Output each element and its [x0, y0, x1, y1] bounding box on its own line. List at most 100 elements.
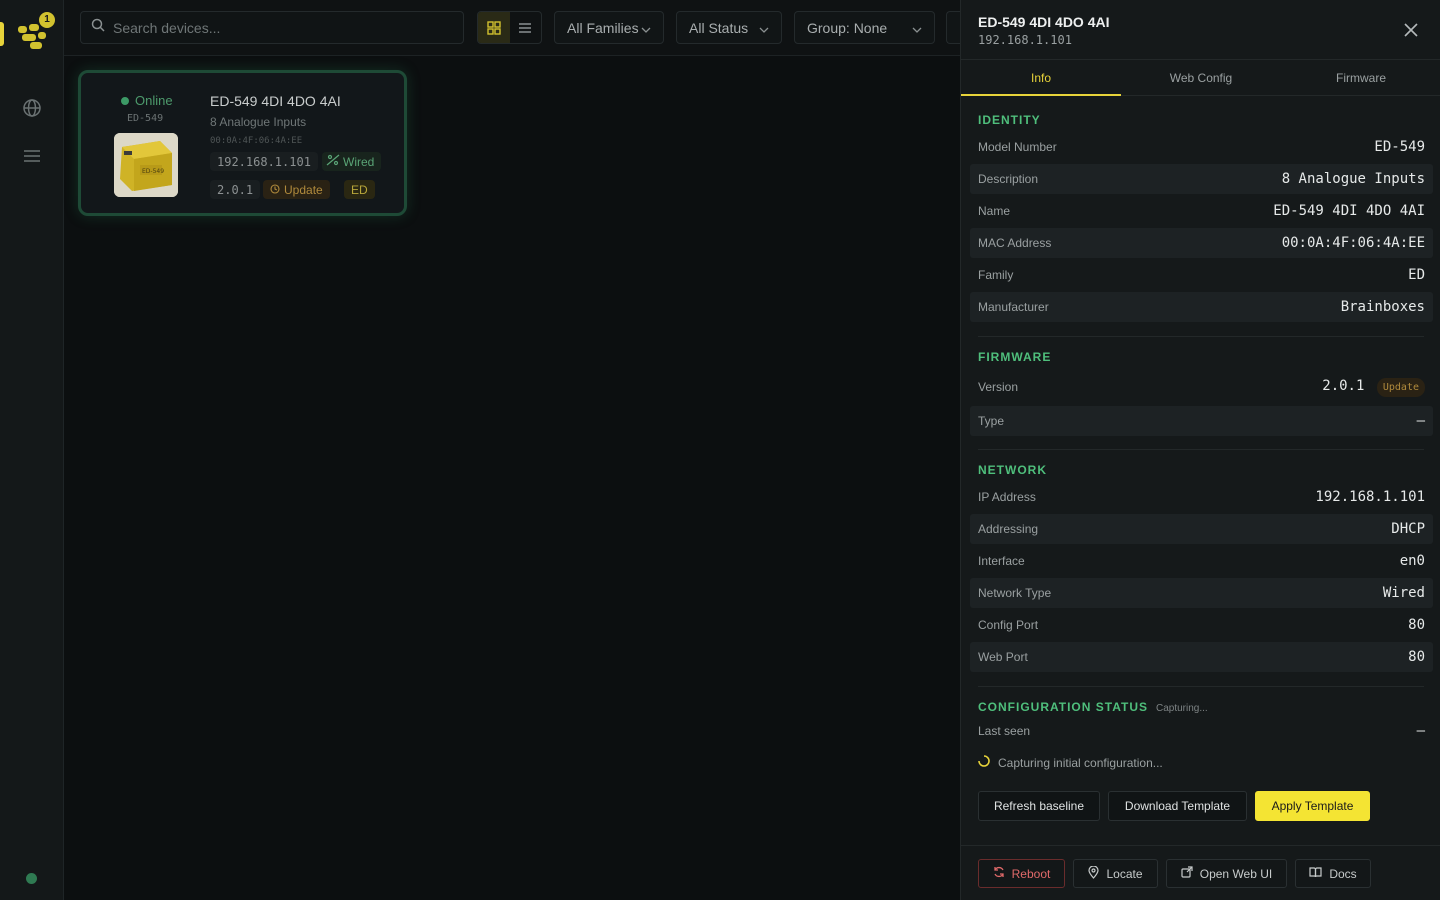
panel-subtitle: 192.168.1.101	[978, 33, 1072, 47]
refresh-baseline-button[interactable]: Refresh baseline	[978, 791, 1100, 821]
globe-icon[interactable]	[20, 96, 44, 120]
row-key: Version	[978, 380, 1019, 394]
reboot-button[interactable]: Reboot	[978, 859, 1065, 888]
spinner-icon	[978, 755, 990, 770]
row-key: MAC Address	[978, 236, 1052, 250]
card-model: ED-549	[127, 113, 164, 124]
panel-header: ED-549 4DI 4DO 4AI 192.168.1.101	[961, 0, 1440, 60]
online-dot	[121, 96, 129, 105]
row-value: DHCP	[1391, 521, 1425, 537]
tab-info[interactable]: Info	[961, 61, 1121, 96]
config-title-text: CONFIGURATION STATUS	[978, 700, 1148, 714]
row-value: 8 Analogue Inputs	[1281, 171, 1425, 187]
update-chip[interactable]: Update	[263, 180, 330, 199]
menu-icon[interactable]	[20, 144, 44, 168]
device-image: ED-549	[114, 133, 178, 197]
online-status: Online	[121, 93, 173, 108]
ip-chip: 192.168.1.101	[210, 152, 318, 171]
panel-tabs: Info Web Config Firmware	[961, 61, 1440, 96]
active-indicator	[0, 22, 4, 46]
row-value: ED-549	[1374, 139, 1425, 155]
group-filter-label: Group: None	[807, 19, 888, 36]
network-row: Interface en0	[970, 546, 1433, 576]
docs-button[interactable]: Docs	[1295, 859, 1371, 888]
chevron-down-icon	[912, 20, 922, 36]
search-icon	[91, 18, 105, 37]
status-label: Online	[135, 93, 173, 108]
identity-row: Manufacturer Brainboxes	[970, 292, 1433, 322]
apply-template-button[interactable]: Apply Template	[1255, 791, 1370, 821]
row-value: —	[1416, 723, 1425, 739]
tab-web-config[interactable]: Web Config	[1121, 61, 1281, 96]
family-filter-select[interactable]: All Families	[554, 11, 664, 44]
toolbar: All Families All Status Group: None	[64, 0, 960, 56]
grid-view-icon[interactable]	[478, 12, 510, 43]
status-filter-select[interactable]: All Status	[676, 11, 782, 44]
panel-footer: Reboot Locate Open Web UI Docs	[961, 845, 1440, 900]
identity-row: Model Number ED-549	[970, 132, 1433, 162]
row-key: Manufacturer	[978, 300, 1049, 314]
download-template-button[interactable]: Download Template	[1108, 791, 1247, 821]
chevron-down-icon	[759, 20, 769, 36]
locate-label: Locate	[1106, 866, 1143, 881]
web-ui-label: Open Web UI	[1199, 866, 1273, 881]
tab-firmware[interactable]: Firmware	[1281, 61, 1440, 96]
network-chip: Wired	[322, 152, 382, 171]
list-view-icon[interactable]	[510, 12, 542, 43]
row-key: Model Number	[978, 140, 1057, 154]
row-key: Config Port	[978, 618, 1039, 632]
device-image-label: ED-549	[142, 168, 164, 175]
locate-button[interactable]: Locate	[1073, 859, 1158, 888]
row-key: Name	[978, 204, 1011, 218]
update-badge[interactable]: Update	[1376, 378, 1425, 397]
row-value: 80	[1408, 649, 1425, 665]
row-key: Description	[978, 172, 1039, 186]
capturing-tag: Capturing...	[1156, 703, 1208, 714]
row-key: Interface	[978, 554, 1025, 568]
more-filter-select[interactable]	[946, 11, 960, 44]
capturing-text: Capturing initial configuration...	[998, 755, 1163, 770]
firmware-type-row: Type —	[970, 406, 1433, 436]
update-label: Update	[284, 182, 323, 197]
network-row: Network Type Wired	[970, 578, 1433, 608]
network-row: IP Address 192.168.1.101	[970, 482, 1433, 512]
row-value: 80	[1408, 617, 1425, 633]
row-value: 2.0.1	[1322, 378, 1365, 394]
row-key: Type	[978, 414, 1005, 428]
row-value: ED	[1408, 267, 1425, 283]
view-toggle	[477, 11, 542, 44]
device-mac: 00:0A:4F:06:4A:EE	[210, 136, 303, 146]
close-icon[interactable]	[1401, 20, 1421, 40]
search-box[interactable]	[80, 11, 464, 44]
capturing-status: Capturing initial configuration...	[978, 755, 1163, 770]
row-value: —	[1416, 413, 1425, 429]
config-section-title: CONFIGURATION STATUS Capturing...	[978, 700, 1208, 714]
version-value-group: 2.0.1 Update	[1322, 377, 1425, 397]
network-row: Addressing DHCP	[970, 514, 1433, 544]
external-link-icon	[1181, 866, 1193, 881]
book-icon	[1309, 866, 1322, 881]
search-input[interactable]	[113, 19, 443, 36]
identity-row: MAC Address 00:0A:4F:06:4A:EE	[970, 228, 1433, 258]
group-filter-select[interactable]: Group: None	[794, 11, 935, 44]
reboot-label: Reboot	[1011, 866, 1051, 881]
row-value: 00:0A:4F:06:4A:EE	[1281, 235, 1425, 251]
open-web-ui-button[interactable]: Open Web UI	[1166, 859, 1287, 888]
connection-status-dot	[26, 873, 37, 884]
device-name: ED-549 4DI 4DO 4AI	[210, 93, 341, 109]
firmware-section-title: FIRMWARE	[978, 350, 1052, 364]
device-card[interactable]: Online ED-549 ED-549 ED-549 4DI 4DO 4AI …	[78, 70, 407, 216]
docs-label: Docs	[1329, 866, 1357, 881]
row-key: Last seen	[978, 724, 1031, 738]
network-label: Wired	[343, 154, 375, 169]
identity-row: Name ED-549 4DI 4DO 4AI	[970, 196, 1433, 226]
panel-title: ED-549 4DI 4DO 4AI	[978, 14, 1110, 30]
last-seen-row: Last seen —	[970, 716, 1433, 746]
section-divider	[978, 336, 1424, 337]
clock-icon	[270, 183, 280, 197]
status-filter-label: All Status	[689, 19, 749, 36]
network-row: Config Port 80	[970, 610, 1433, 640]
left-rail: 1	[0, 0, 64, 900]
row-value: en0	[1399, 553, 1425, 569]
identity-row: Family ED	[970, 260, 1433, 290]
